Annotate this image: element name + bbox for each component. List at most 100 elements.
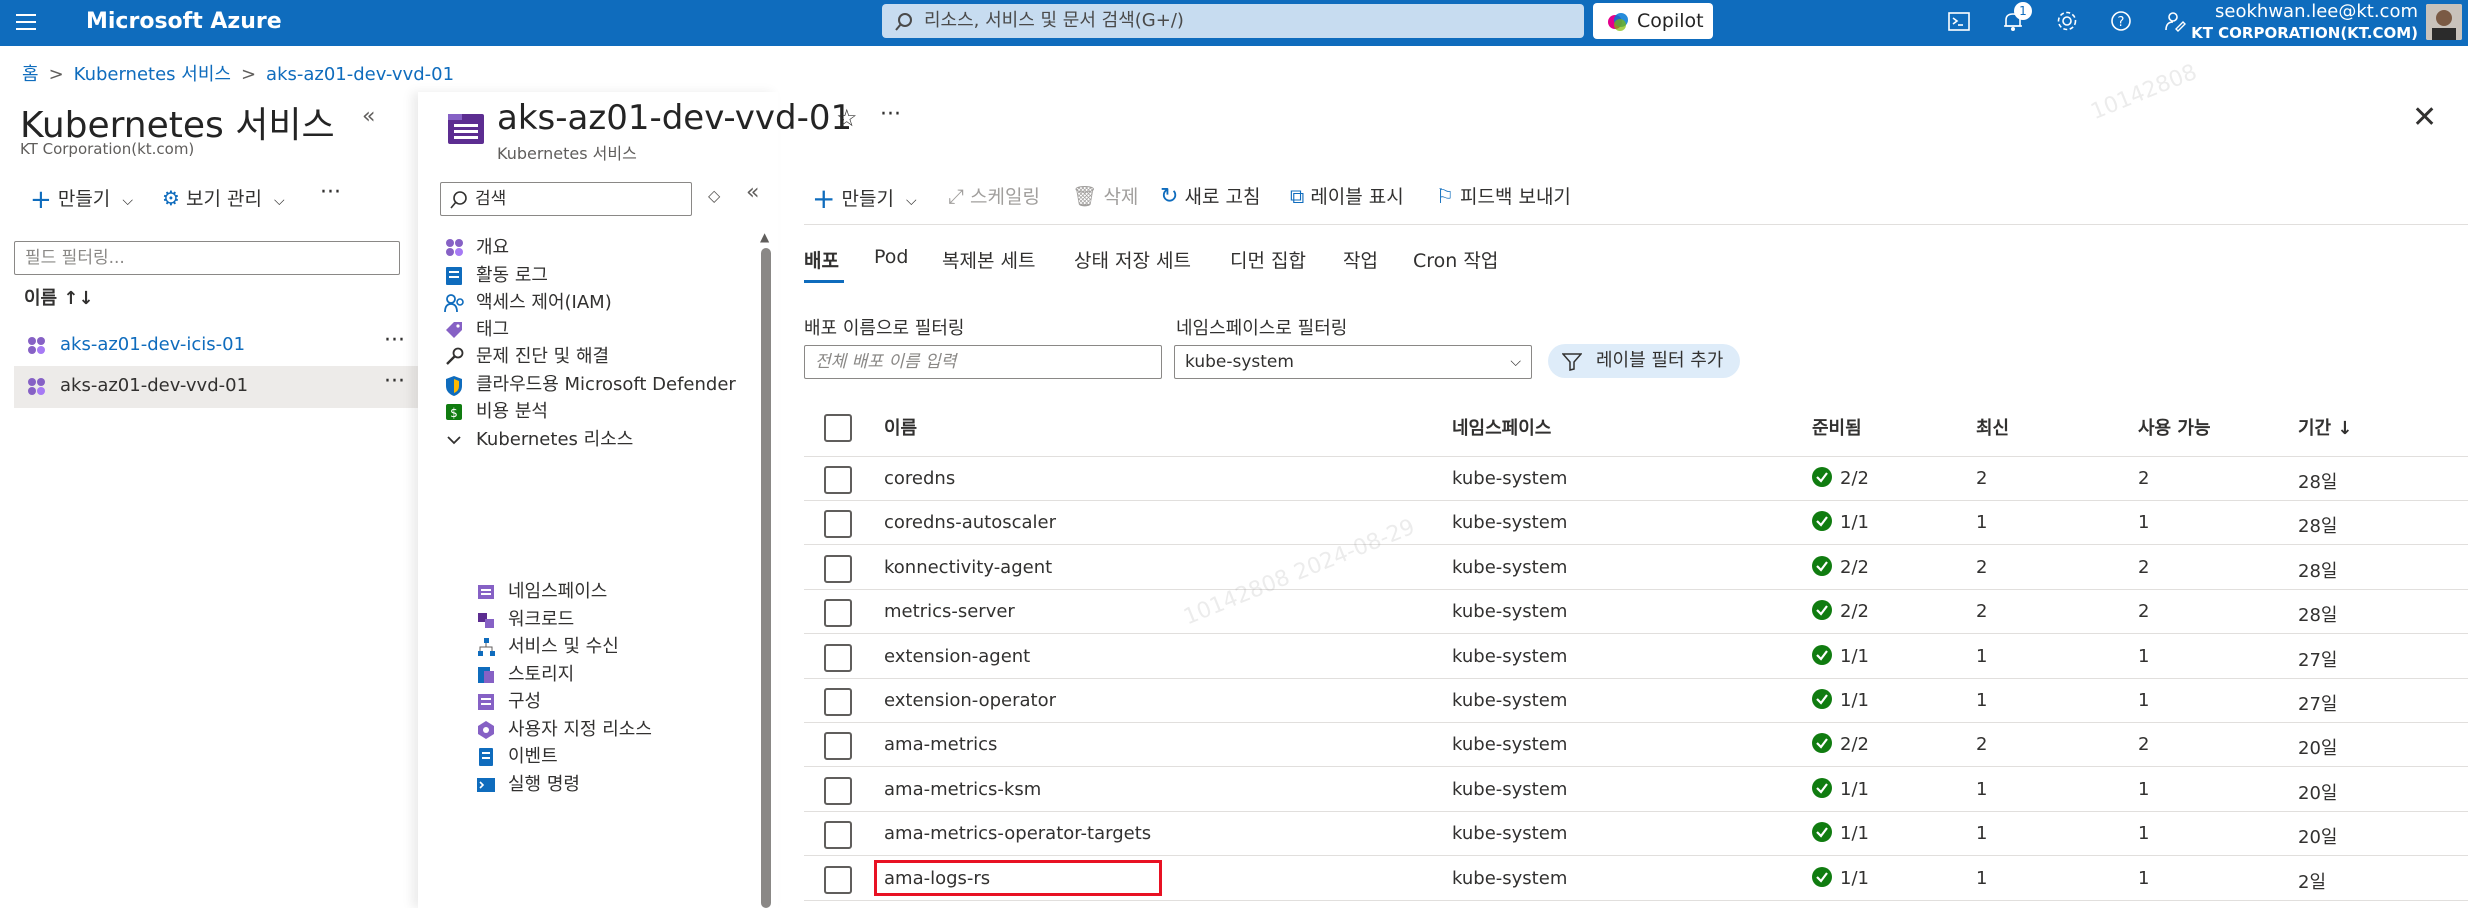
- nav-search-input[interactable]: 검색: [440, 182, 692, 216]
- nav-sub-item-run-command[interactable]: 실행 명령: [476, 770, 580, 800]
- tab-6[interactable]: Cron 작업: [1413, 246, 1498, 273]
- deployment-name-link[interactable]: extension-operator: [884, 690, 1056, 711]
- help-icon[interactable]: ?: [2110, 10, 2132, 32]
- tab-4[interactable]: 디먼 집합: [1230, 246, 1306, 273]
- scale-button[interactable]: ⤢ 스케일링: [948, 182, 1040, 209]
- user-name[interactable]: seokhwan.lee@kt.com: [2215, 1, 2418, 22]
- row-checkbox[interactable]: [824, 777, 852, 805]
- column-header-ready[interactable]: 준비됨: [1812, 414, 1862, 440]
- breadcrumb-kubernetes[interactable]: Kubernetes 서비스: [74, 64, 231, 85]
- refresh-icon: ↻: [1160, 184, 1179, 209]
- nav-scrollbar[interactable]: ▲: [760, 230, 772, 908]
- row-checkbox[interactable]: [824, 555, 852, 583]
- breadcrumb-home[interactable]: 홈: [22, 64, 39, 85]
- sort-toggle-icon[interactable]: ◇: [708, 186, 720, 205]
- available-cell: 1: [2138, 868, 2150, 889]
- row-checkbox[interactable]: [824, 599, 852, 627]
- deployment-name-filter-input[interactable]: 전체 배포 이름 입력: [804, 345, 1162, 379]
- row-checkbox[interactable]: [824, 866, 852, 894]
- deployment-name-link[interactable]: coredns-autoscaler: [884, 512, 1056, 533]
- favorite-star-icon[interactable]: ☆: [836, 104, 858, 132]
- avatar[interactable]: [2426, 4, 2462, 40]
- nav-sub-item-storage[interactable]: 스토리지: [476, 660, 574, 690]
- nav-sub-item-events[interactable]: 이벤트: [476, 742, 558, 772]
- field-filter-input[interactable]: 필드 필터링...: [14, 241, 400, 275]
- user-org: KT CORPORATION(KT.COM): [2191, 24, 2418, 42]
- more-options-icon[interactable]: ···: [320, 180, 341, 205]
- breadcrumb-cluster[interactable]: aks-az01-dev-vvd-01: [266, 64, 454, 85]
- feedback-icon[interactable]: [2164, 10, 2186, 32]
- nav-item-activity-log[interactable]: 활동 로그: [444, 261, 548, 291]
- list-item-selected[interactable]: aks-az01-dev-vvd-01 ···: [14, 366, 418, 408]
- more-options-icon[interactable]: ···: [384, 328, 405, 353]
- column-header-namespace[interactable]: 네임스페이스: [1452, 414, 1551, 440]
- delete-button[interactable]: 🗑 삭제: [1072, 182, 1138, 209]
- deployment-name-link[interactable]: konnectivity-agent: [884, 557, 1052, 578]
- tab-0[interactable]: 배포: [804, 246, 839, 273]
- close-icon[interactable]: ✕: [2412, 100, 2437, 135]
- deployment-name-link[interactable]: coredns: [884, 468, 955, 489]
- create-button[interactable]: + 만들기 ⌵: [30, 184, 133, 215]
- nav-item-shield[interactable]: 클라우드용 Microsoft Defender: [444, 370, 736, 400]
- global-search-input[interactable]: 리소스, 서비스 및 문서 검색(G+/): [882, 4, 1584, 38]
- row-checkbox[interactable]: [824, 466, 852, 494]
- nav-sub-item-config[interactable]: 구성: [476, 687, 541, 717]
- copilot-button[interactable]: Copilot: [1593, 3, 1713, 39]
- deployment-name-link[interactable]: ama-metrics-operator-targets: [884, 823, 1151, 844]
- namespace-select[interactable]: kube-system ⌵: [1174, 345, 1532, 379]
- nav-item-wrench[interactable]: 문제 진단 및 해결: [444, 342, 609, 372]
- name-column-header[interactable]: 이름 ↑↓: [24, 284, 94, 310]
- brand-title[interactable]: Microsoft Azure: [86, 9, 282, 34]
- cluster-link[interactable]: aks-az01-dev-vvd-01: [60, 375, 248, 396]
- row-checkbox[interactable]: [824, 821, 852, 849]
- more-options-icon[interactable]: ···: [880, 102, 901, 127]
- view-manage-button[interactable]: ⚙ 보기 관리 ⌵: [162, 184, 285, 211]
- cluster-link[interactable]: aks-az01-dev-icis-01: [60, 334, 245, 355]
- settings-gear-icon[interactable]: [2056, 10, 2078, 32]
- nav-sub-item-namespace[interactable]: 네임스페이스: [476, 577, 607, 607]
- send-feedback-button[interactable]: ⚐ 피드백 보내기: [1436, 182, 1571, 209]
- available-cell: 1: [2138, 646, 2150, 667]
- row-checkbox[interactable]: [824, 644, 852, 672]
- resource-title: aks-az01-dev-vvd-01: [497, 98, 853, 138]
- create-deployment-button[interactable]: + 만들기 ⌵: [812, 182, 917, 215]
- select-all-checkbox[interactable]: [824, 414, 852, 442]
- nav-item-cost[interactable]: $ 비용 분석: [444, 397, 548, 427]
- refresh-button[interactable]: ↻ 새로 고침: [1160, 182, 1260, 209]
- nav-sub-item-service[interactable]: 서비스 및 수신: [476, 632, 619, 662]
- hamburger-menu-icon[interactable]: [16, 12, 38, 32]
- nav-item-chevron-down[interactable]: Kubernetes 리소스: [444, 425, 633, 455]
- column-header-latest[interactable]: 최신: [1976, 414, 2009, 440]
- column-header-age[interactable]: 기간 ↓: [2298, 414, 2352, 440]
- latest-cell: 1: [1976, 690, 1988, 711]
- deployment-name-link[interactable]: metrics-server: [884, 601, 1015, 622]
- deployment-name-link[interactable]: extension-agent: [884, 646, 1030, 667]
- list-item[interactable]: aks-az01-dev-icis-01 ···: [14, 326, 418, 366]
- more-options-icon[interactable]: ···: [384, 369, 405, 394]
- collapse-nav-icon[interactable]: «: [746, 180, 759, 205]
- tab-1[interactable]: Pod: [874, 246, 908, 268]
- scrollbar-thumb[interactable]: [761, 248, 771, 908]
- send-feedback-label: 피드백 보내기: [1459, 186, 1571, 208]
- tab-5[interactable]: 작업: [1343, 246, 1378, 273]
- nav-item-tag[interactable]: 태그: [444, 315, 509, 345]
- ready-cell: 1/1: [1840, 823, 1869, 844]
- show-labels-button[interactable]: ⧉ 레이블 표시: [1290, 182, 1404, 209]
- row-checkbox[interactable]: [824, 510, 852, 538]
- tab-2[interactable]: 복제본 세트: [942, 246, 1035, 273]
- deployment-name-link[interactable]: ama-metrics-ksm: [884, 779, 1041, 800]
- add-label-filter-button[interactable]: 레이블 필터 추가: [1548, 344, 1740, 378]
- deployment-name-link[interactable]: ama-metrics: [884, 734, 997, 755]
- column-header-available[interactable]: 사용 가능: [2138, 414, 2211, 440]
- nav-sub-item-custom-resource[interactable]: 사용자 지정 리소스: [476, 715, 652, 745]
- row-checkbox[interactable]: [824, 732, 852, 760]
- row-checkbox[interactable]: [824, 688, 852, 716]
- nav-sub-item-workload[interactable]: 워크로드: [476, 605, 574, 635]
- nav-item-iam[interactable]: 액세스 제어(IAM): [444, 288, 612, 318]
- nav-item-overview[interactable]: 개요: [444, 233, 509, 263]
- column-header-name[interactable]: 이름: [884, 414, 917, 440]
- scroll-up-arrow-icon[interactable]: ▲: [760, 230, 769, 244]
- tab-3[interactable]: 상태 저장 세트: [1074, 246, 1191, 273]
- collapse-pane-icon[interactable]: «: [362, 104, 375, 129]
- cloud-shell-icon[interactable]: [1948, 12, 1970, 32]
